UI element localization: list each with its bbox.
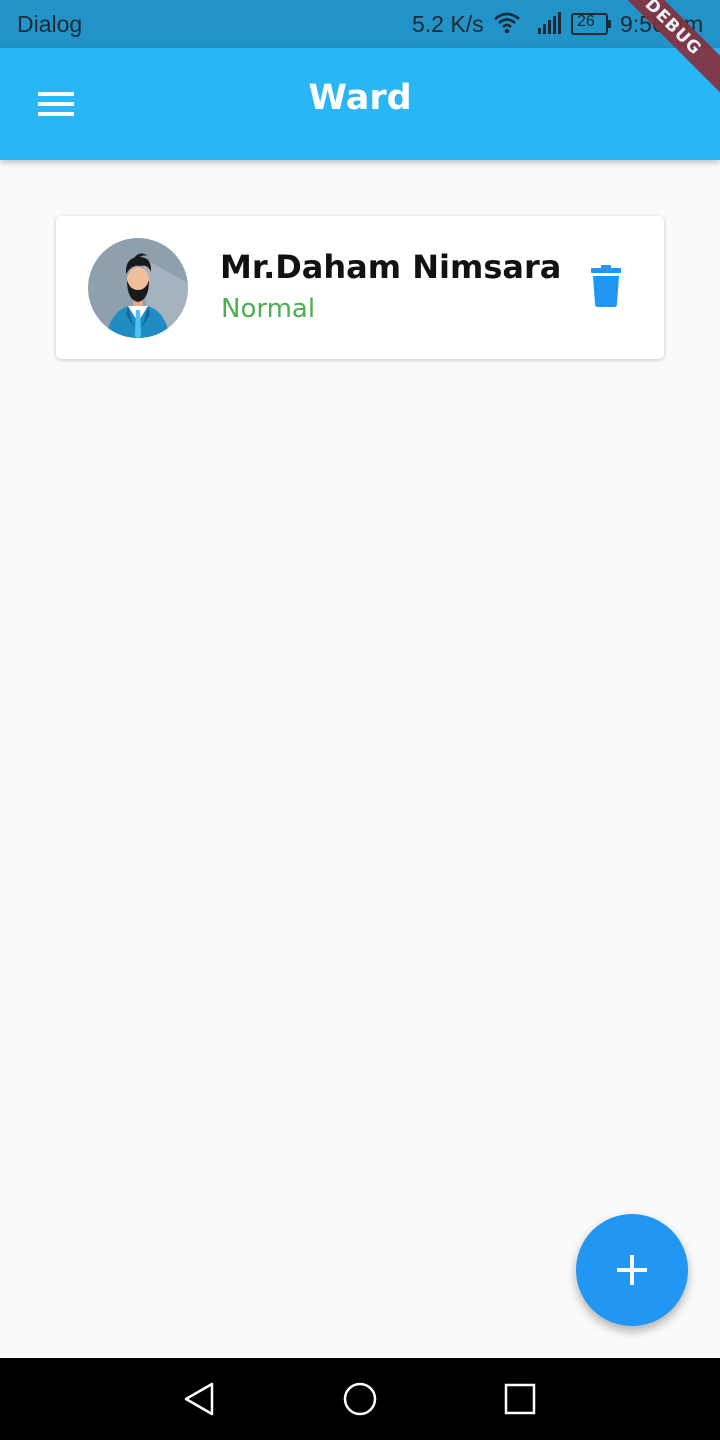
add-icon bbox=[612, 1250, 652, 1290]
recents-icon bbox=[498, 1383, 542, 1426]
wifi-icon bbox=[493, 10, 521, 42]
patient-avatar bbox=[88, 238, 188, 338]
home-button[interactable] bbox=[338, 1378, 382, 1422]
back-button[interactable] bbox=[178, 1378, 222, 1422]
battery-icon: 26 bbox=[571, 12, 613, 42]
system-nav-bar bbox=[0, 1358, 720, 1440]
delete-button[interactable] bbox=[586, 264, 630, 312]
battery-level: 26 bbox=[577, 13, 595, 30]
status-bar: Dialog 5.2 K/s 26 bbox=[0, 0, 720, 48]
app-bar: Ward bbox=[0, 48, 720, 160]
patient-card[interactable]: Mr.Daham Nimsara Normal bbox=[56, 216, 664, 359]
patient-status: Normal bbox=[221, 294, 316, 324]
delete-icon bbox=[586, 265, 630, 316]
ward-screen: Dialog 5.2 K/s 26 DEBUG Ward Mr.Daham Ni… bbox=[0, 0, 720, 1440]
recents-button[interactable] bbox=[498, 1378, 542, 1422]
back-icon bbox=[178, 1382, 222, 1426]
signal-icon bbox=[537, 10, 563, 42]
page-title: Ward bbox=[308, 78, 412, 118]
status-app-label: Dialog bbox=[17, 11, 83, 37]
add-patient-button[interactable] bbox=[576, 1214, 688, 1326]
patient-name: Mr.Daham Nimsara bbox=[220, 248, 562, 286]
network-speed: 5.2 K/s bbox=[412, 11, 484, 37]
home-icon bbox=[338, 1382, 382, 1426]
